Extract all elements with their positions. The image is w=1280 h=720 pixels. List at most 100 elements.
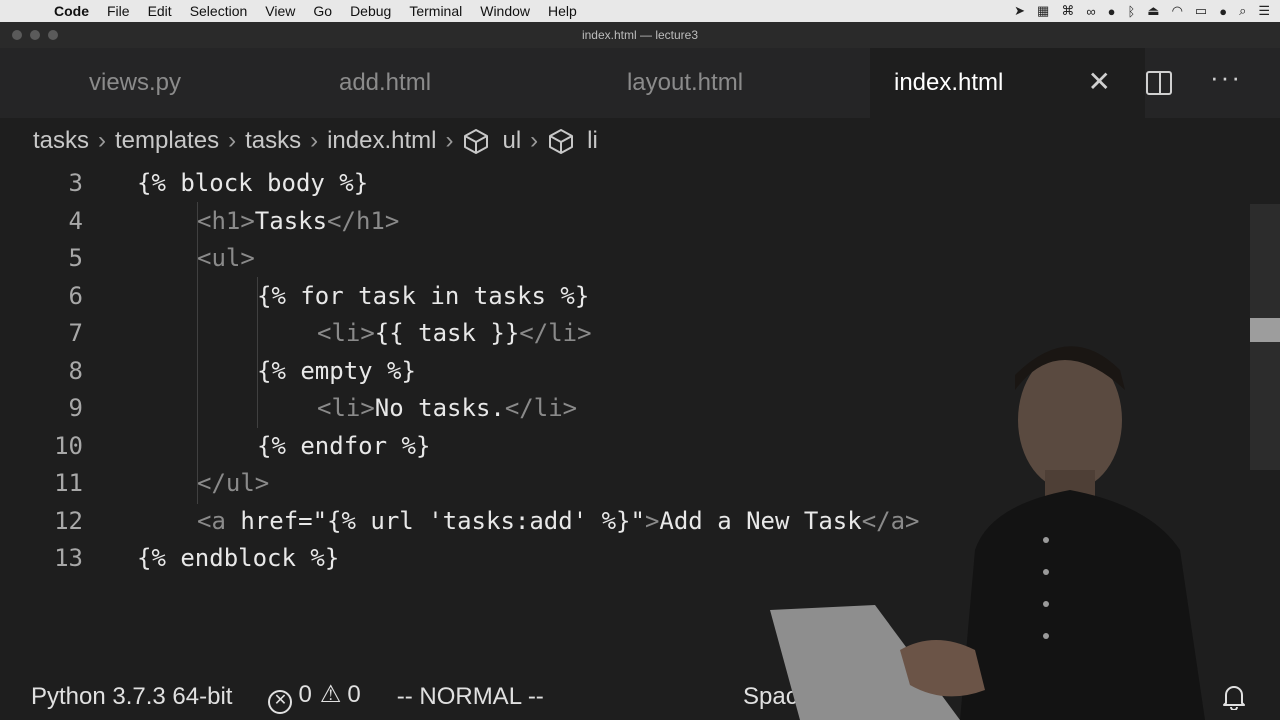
html-tag-token: > [644,506,660,535]
breadcrumb-item[interactable]: tasks [245,127,301,155]
code-line[interactable]: 6 {% for task in tasks %} [0,278,1240,315]
window-title-bar: index.html — lecture3 [0,22,1280,48]
command-icon[interactable]: ⌘ [1061,3,1074,19]
docker-icon[interactable]: ▦ [1037,3,1049,19]
breadcrumb-item[interactable]: li [587,127,598,155]
tab-label: index.html [894,69,1004,96]
element-cube-icon [549,129,574,154]
menu-file[interactable]: File [107,3,130,19]
html-tag-token: </li> [504,394,578,422]
minimize-window-button[interactable] [30,30,40,40]
editor-tab-bar: views.py add.html layout.html index.html… [0,48,1280,118]
menu-bar-status-area: ➤ ▦ ⌘ ∞ ● ᛒ ⏏ ◠ ▭ ● ⌕ ☰ [1014,0,1270,22]
line-number: 12 [54,506,83,535]
record-icon[interactable]: ● [1108,4,1116,19]
code-line[interactable]: 4 <h1>Tasks</h1> [0,203,1240,240]
code-token: Tasks [254,206,328,235]
code-text: {% endblock %} [137,540,339,577]
menu-window[interactable]: Window [480,3,530,19]
chevron-right-icon: › [310,127,319,154]
tab-add-html[interactable]: add.html [270,48,500,118]
chevron-right-icon: › [530,127,539,154]
editor-actions: ··· [1145,48,1280,118]
code-token: No tasks. [374,394,505,422]
html-tag-token: <li> [317,319,375,347]
battery-icon[interactable]: ▭ [1195,3,1207,19]
tab-index-html[interactable]: index.html ✕ [870,48,1145,118]
breadcrumb-item[interactable]: index.html [327,127,436,155]
element-cube-icon [464,129,489,154]
code-text: </ul> [197,465,269,502]
tab-layout-html[interactable]: layout.html [500,48,870,118]
bluetooth-icon[interactable]: ᛒ [1127,4,1135,19]
wifi-icon[interactable]: ◠ [1172,3,1183,19]
warning-count: 0 [347,681,361,708]
html-tag-token: </ul> [197,469,270,497]
eject-icon[interactable]: ⏏ [1147,3,1159,19]
close-window-button[interactable] [12,30,22,40]
line-number: 9 [68,394,83,422]
menu-debug[interactable]: Debug [350,3,391,19]
user-icon[interactable]: ● [1219,4,1227,19]
code-token: {% endblock %} [137,544,340,572]
code-token: {% block body %} [137,169,369,197]
code-token: {% empty %} [257,356,416,385]
code-line[interactable]: 5 <ul> [0,240,1240,277]
code-text: <ul> [197,240,255,277]
glasses-icon[interactable]: ∞ [1086,4,1095,19]
python-interpreter[interactable]: Python 3.7.3 64-bit [31,683,232,711]
code-token: {{ task }} [374,319,520,347]
menu-go[interactable]: Go [313,3,332,19]
html-tag-token: <h1> [197,206,255,235]
code-token: {% for task in tasks %} [257,281,590,310]
tab-label: views.py [88,69,182,96]
split-editor-icon[interactable] [1146,71,1173,95]
warning-icon: ⚠ [319,681,342,708]
chevron-right-icon: › [98,127,107,154]
zoom-window-button[interactable] [48,30,58,40]
problems-indicator[interactable]: ✕ 0 ⚠ 0 [268,680,361,714]
code-text: {% endfor %} [257,428,430,465]
html-tag-token: </h1> [327,206,400,235]
breadcrumb-item[interactable]: ul [502,127,521,155]
chevron-right-icon: › [445,127,454,154]
error-icon: ✕ [268,690,293,714]
code-text: {% block body %} [137,165,368,202]
menu-help[interactable]: Help [548,3,577,19]
chevron-right-icon: › [228,127,237,154]
menu-edit[interactable]: Edit [148,3,172,19]
error-count: 0 [298,681,312,708]
list-icon[interactable]: ☰ [1258,3,1270,19]
line-number: 5 [68,244,83,272]
line-number: 6 [68,281,83,310]
code-token: {% endfor %} [257,431,431,460]
html-tag-token: </li> [519,319,592,347]
code-text: <h1>Tasks</h1> [197,203,399,240]
close-icon[interactable]: ✕ [1088,68,1111,96]
line-number: 11 [54,469,83,497]
search-icon[interactable]: ⌕ [1239,3,1246,19]
html-tag-token: <li> [317,394,375,422]
tab-label: layout.html [626,69,744,96]
code-text: {% empty %} [257,353,416,390]
breadcrumb-item[interactable]: templates [115,127,219,155]
breadcrumb-item[interactable]: tasks [33,127,89,155]
location-icon[interactable]: ➤ [1014,3,1025,19]
presenter-video-overlay [770,346,1205,720]
code-line[interactable]: 3 {% block body %} [0,165,1240,202]
line-number: 4 [68,206,83,235]
line-number: 7 [68,319,83,347]
menu-terminal[interactable]: Terminal [409,3,462,19]
html-tag-token: <a [197,506,241,535]
code-token: href="{% url 'tasks:add' %}" [240,506,645,535]
menu-selection[interactable]: Selection [190,3,248,19]
menu-view[interactable]: View [265,3,295,19]
menu-app[interactable]: Code [54,3,89,19]
indent-guide [197,202,198,504]
tab-label: add.html [338,69,432,96]
line-number: 13 [54,544,83,572]
line-number: 3 [68,169,83,197]
tab-views-py[interactable]: views.py [0,48,270,118]
more-actions-icon[interactable]: ··· [1210,64,1242,94]
html-tag-token: <ul> [197,244,255,272]
